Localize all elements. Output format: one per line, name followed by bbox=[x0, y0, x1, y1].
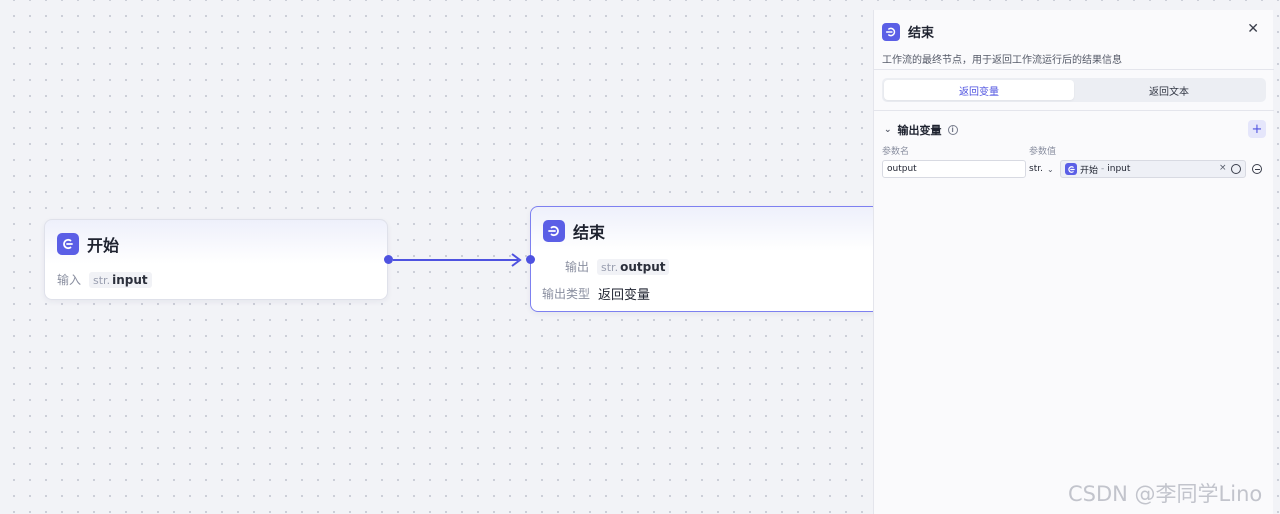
ref-start-node-icon bbox=[1065, 163, 1077, 175]
output-mode-tabs: 返回变量 返回文本 bbox=[882, 78, 1266, 102]
end-output-label: 输出 bbox=[565, 260, 590, 274]
end-input-port[interactable] bbox=[526, 255, 535, 264]
end-node-panel: 结束 ✕ 工作流的最终节点，用于返回工作流运行后的结果信息 返回变量 返回文本 … bbox=[873, 10, 1274, 514]
close-icon[interactable]: ✕ bbox=[1247, 21, 1259, 37]
panel-header: 结束 bbox=[882, 22, 934, 41]
start-output-port[interactable] bbox=[384, 255, 393, 264]
var-name: output bbox=[620, 259, 666, 274]
end-output-row: 输出 str. output bbox=[565, 258, 670, 275]
ref-separator: - bbox=[1101, 164, 1105, 174]
start-input-tag: str. input bbox=[89, 271, 152, 288]
start-input-label: 输入 bbox=[57, 273, 82, 287]
info-icon[interactable]: i bbox=[947, 125, 958, 135]
end-output-kind-row: 输出类型 返回变量 bbox=[542, 284, 650, 303]
var-name: input bbox=[112, 272, 148, 287]
ref-var-name: input bbox=[1107, 164, 1131, 174]
param-type-value: str. bbox=[1029, 164, 1043, 174]
output-variables-header[interactable]: ⌄ 输出变量 i bbox=[884, 122, 958, 138]
watermark: CSDN @李同学Lino bbox=[1068, 482, 1263, 506]
tab-return-text[interactable]: 返回文本 bbox=[1074, 80, 1264, 100]
panel-divider bbox=[874, 69, 1274, 70]
tab-return-variable[interactable]: 返回变量 bbox=[884, 80, 1074, 100]
param-name-input[interactable] bbox=[882, 160, 1026, 178]
start-node[interactable]: 开始 输入 str. input bbox=[44, 219, 388, 300]
end-output-kind-value: 返回变量 bbox=[598, 288, 651, 303]
end-node-icon bbox=[543, 220, 565, 242]
end-output-tag: str. output bbox=[597, 258, 670, 275]
param-value-header: 参数值 bbox=[1029, 147, 1057, 157]
var-type: str. bbox=[601, 260, 619, 274]
clear-reference-icon[interactable]: × bbox=[1219, 163, 1227, 173]
panel-divider bbox=[874, 110, 1274, 111]
var-type: str. bbox=[93, 273, 111, 287]
end-output-kind-label: 输出类型 bbox=[542, 287, 591, 301]
panel-title: 结束 bbox=[908, 26, 935, 41]
chevron-down-icon: ⌄ bbox=[1046, 164, 1054, 174]
panel-end-icon bbox=[882, 22, 900, 41]
add-variable-button[interactable]: + bbox=[1248, 120, 1266, 138]
param-name-header: 参数名 bbox=[882, 147, 910, 157]
param-type-select[interactable]: str. ⌄ bbox=[1029, 160, 1054, 178]
remove-variable-icon[interactable] bbox=[1252, 164, 1262, 174]
start-node-title: 开始 bbox=[87, 236, 120, 255]
start-node-icon bbox=[57, 233, 79, 255]
end-node-header: 结束 bbox=[543, 219, 605, 243]
section-title: 输出变量 bbox=[897, 124, 942, 137]
panel-description: 工作流的最终节点，用于返回工作流运行后的结果信息 bbox=[882, 55, 1122, 66]
start-input-row: 输入 str. input bbox=[57, 271, 152, 288]
ref-node-name: 开始 bbox=[1080, 165, 1099, 176]
end-node[interactable]: 结束 输出 str. output 输出类型 返回变量 bbox=[530, 206, 880, 312]
workflow-canvas[interactable]: 开始 输入 str. input 结束 输出 str. output 输出类型 … bbox=[0, 0, 880, 514]
chevron-down-icon[interactable]: ⌄ bbox=[884, 125, 892, 135]
end-node-title: 结束 bbox=[573, 223, 606, 242]
start-node-header: 开始 bbox=[57, 232, 119, 256]
variable-picker-icon[interactable] bbox=[1231, 164, 1241, 174]
